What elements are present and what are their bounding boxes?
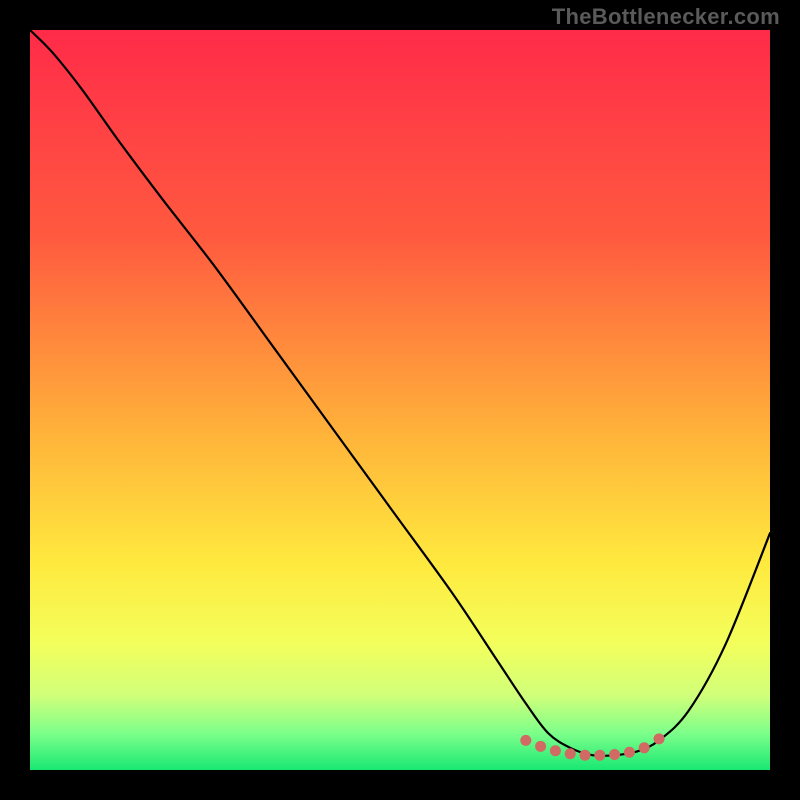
optimal-dot [580, 750, 591, 761]
optimal-dot [624, 747, 635, 758]
optimal-dot [565, 748, 576, 759]
plot-area [30, 30, 770, 770]
optimal-dot [609, 749, 620, 760]
optimal-dot [639, 742, 650, 753]
gradient-background [30, 30, 770, 770]
watermark-text: TheBottlenecker.com [552, 4, 780, 30]
optimal-dot [594, 750, 605, 761]
optimal-dot [550, 745, 561, 756]
chart-container: TheBottlenecker.com [0, 0, 800, 800]
optimal-dot [654, 733, 665, 744]
optimal-dot [535, 741, 546, 752]
optimal-dot [520, 735, 531, 746]
chart-svg [30, 30, 770, 770]
